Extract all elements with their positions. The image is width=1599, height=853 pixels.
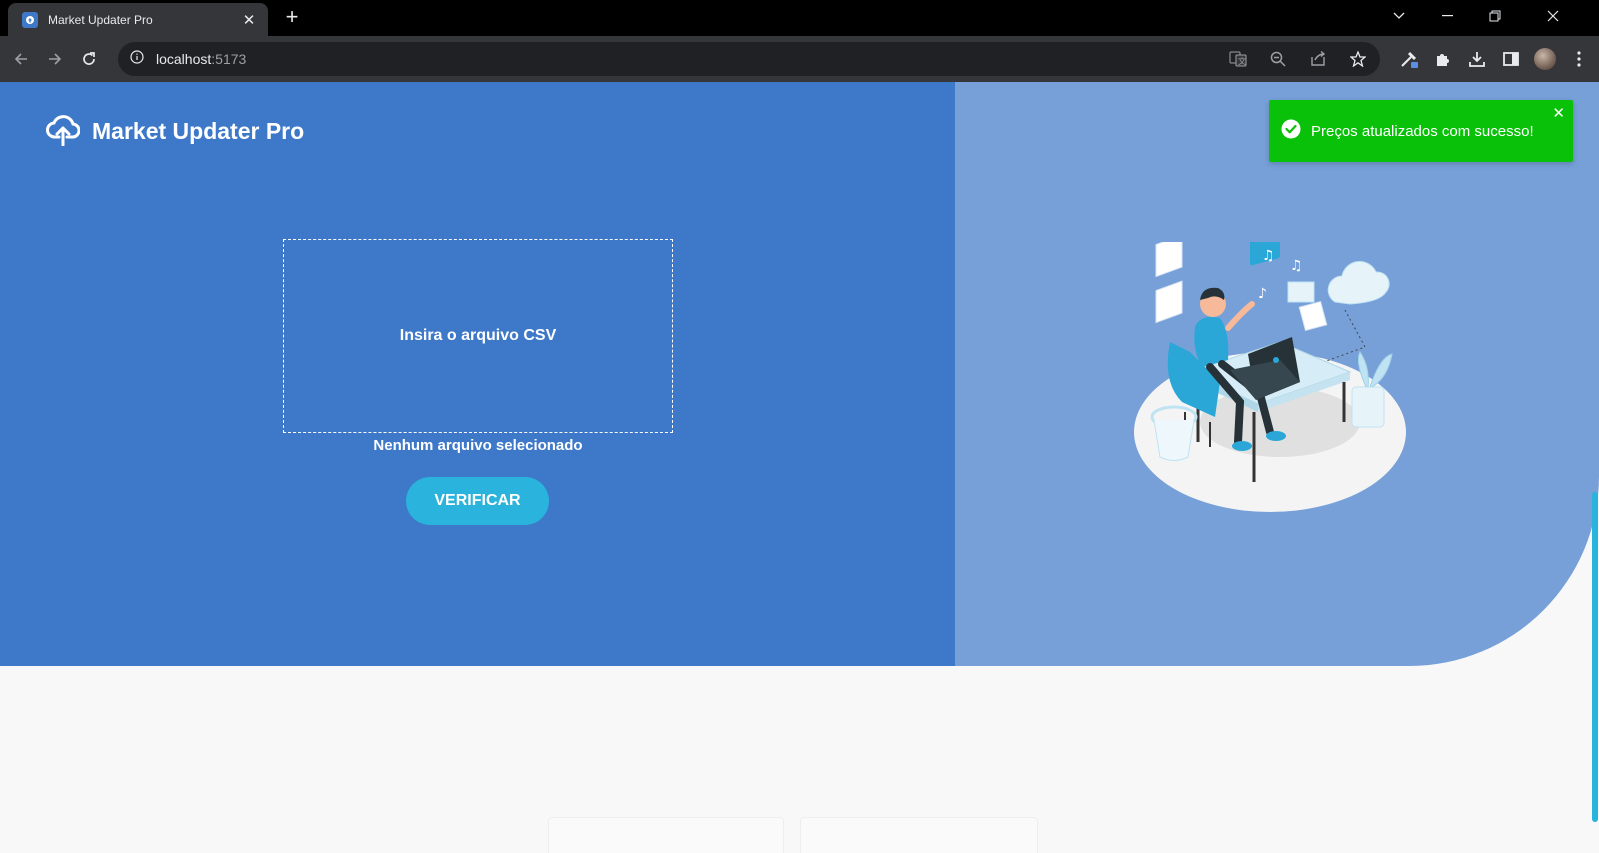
tab-title: Market Updater Pro <box>48 12 153 27</box>
site-info-icon[interactable] <box>130 49 144 69</box>
bookmark-star-icon[interactable] <box>1346 47 1370 71</box>
new-tab-button[interactable]: + <box>280 6 304 30</box>
side-panel-icon[interactable] <box>1499 47 1523 71</box>
toast-close-icon[interactable]: ✕ <box>1552 104 1565 122</box>
restore-icon[interactable] <box>1472 0 1518 32</box>
check-circle-icon <box>1281 119 1301 144</box>
brand-name: Market Updater Pro <box>92 118 305 144</box>
close-tab-icon[interactable]: ✕ <box>240 11 258 29</box>
success-toast: Preços atualizados com sucesso! ✕ <box>1269 100 1573 162</box>
footer-placeholder-left <box>548 817 784 853</box>
browser-tab[interactable]: Market Updater Pro ✕ <box>8 3 268 36</box>
share-icon[interactable] <box>1306 47 1330 71</box>
verify-button[interactable]: VERIFICAR <box>406 477 549 525</box>
url-port: :5173 <box>211 51 247 67</box>
back-icon[interactable] <box>6 44 36 74</box>
brand: Market Updater Pro <box>46 112 304 151</box>
csv-dropzone[interactable]: Insira o arquivo CSV <box>283 239 673 433</box>
zoom-icon[interactable] <box>1266 47 1290 71</box>
file-status-text: Nenhum arquivo selecionado <box>373 437 583 454</box>
downloads-icon[interactable] <box>1465 47 1489 71</box>
hero-left-panel: Market Updater Pro Insira o arquivo CSV … <box>0 82 955 666</box>
svg-text:♫: ♫ <box>1262 248 1275 264</box>
url-host: localhost <box>156 51 212 67</box>
devtools-extension-icon[interactable] <box>1397 47 1421 71</box>
minimize-icon[interactable] <box>1424 0 1470 32</box>
address-bar[interactable]: localhost:5173 文 <box>118 42 1380 76</box>
tab-search-icon[interactable] <box>1376 0 1422 32</box>
translate-icon[interactable]: 文 <box>1226 47 1250 71</box>
svg-text:♪: ♪ <box>1258 286 1267 302</box>
scrollbar[interactable] <box>1591 82 1599 853</box>
browser-toolbar: localhost:5173 文 <box>0 36 1599 82</box>
extensions-puzzle-icon[interactable] <box>1431 47 1455 71</box>
forward-icon[interactable] <box>40 44 70 74</box>
browser-titlebar: Market Updater Pro ✕ + <box>0 0 1599 36</box>
profile-avatar[interactable] <box>1533 47 1557 71</box>
app-favicon-icon <box>22 11 38 28</box>
toast-message: Preços atualizados com sucesso! <box>1311 122 1534 140</box>
reload-icon[interactable] <box>74 44 104 74</box>
url-text: localhost:5173 <box>156 51 246 67</box>
scrollbar-thumb[interactable] <box>1592 492 1598 822</box>
dropzone-label: Insira o arquivo CSV <box>399 327 557 344</box>
svg-text:文: 文 <box>1238 56 1246 66</box>
page-content: Market Updater Pro Insira o arquivo CSV … <box>0 82 1599 853</box>
menu-kebab-icon[interactable] <box>1567 47 1591 71</box>
svg-text:♫: ♫ <box>1290 258 1303 274</box>
cloud-upload-icon <box>46 112 81 151</box>
close-window-icon[interactable] <box>1530 0 1576 32</box>
developer-desk-illustration: ♪ ♫ ♫ <box>1130 232 1420 517</box>
footer-placeholder-right <box>800 817 1038 853</box>
